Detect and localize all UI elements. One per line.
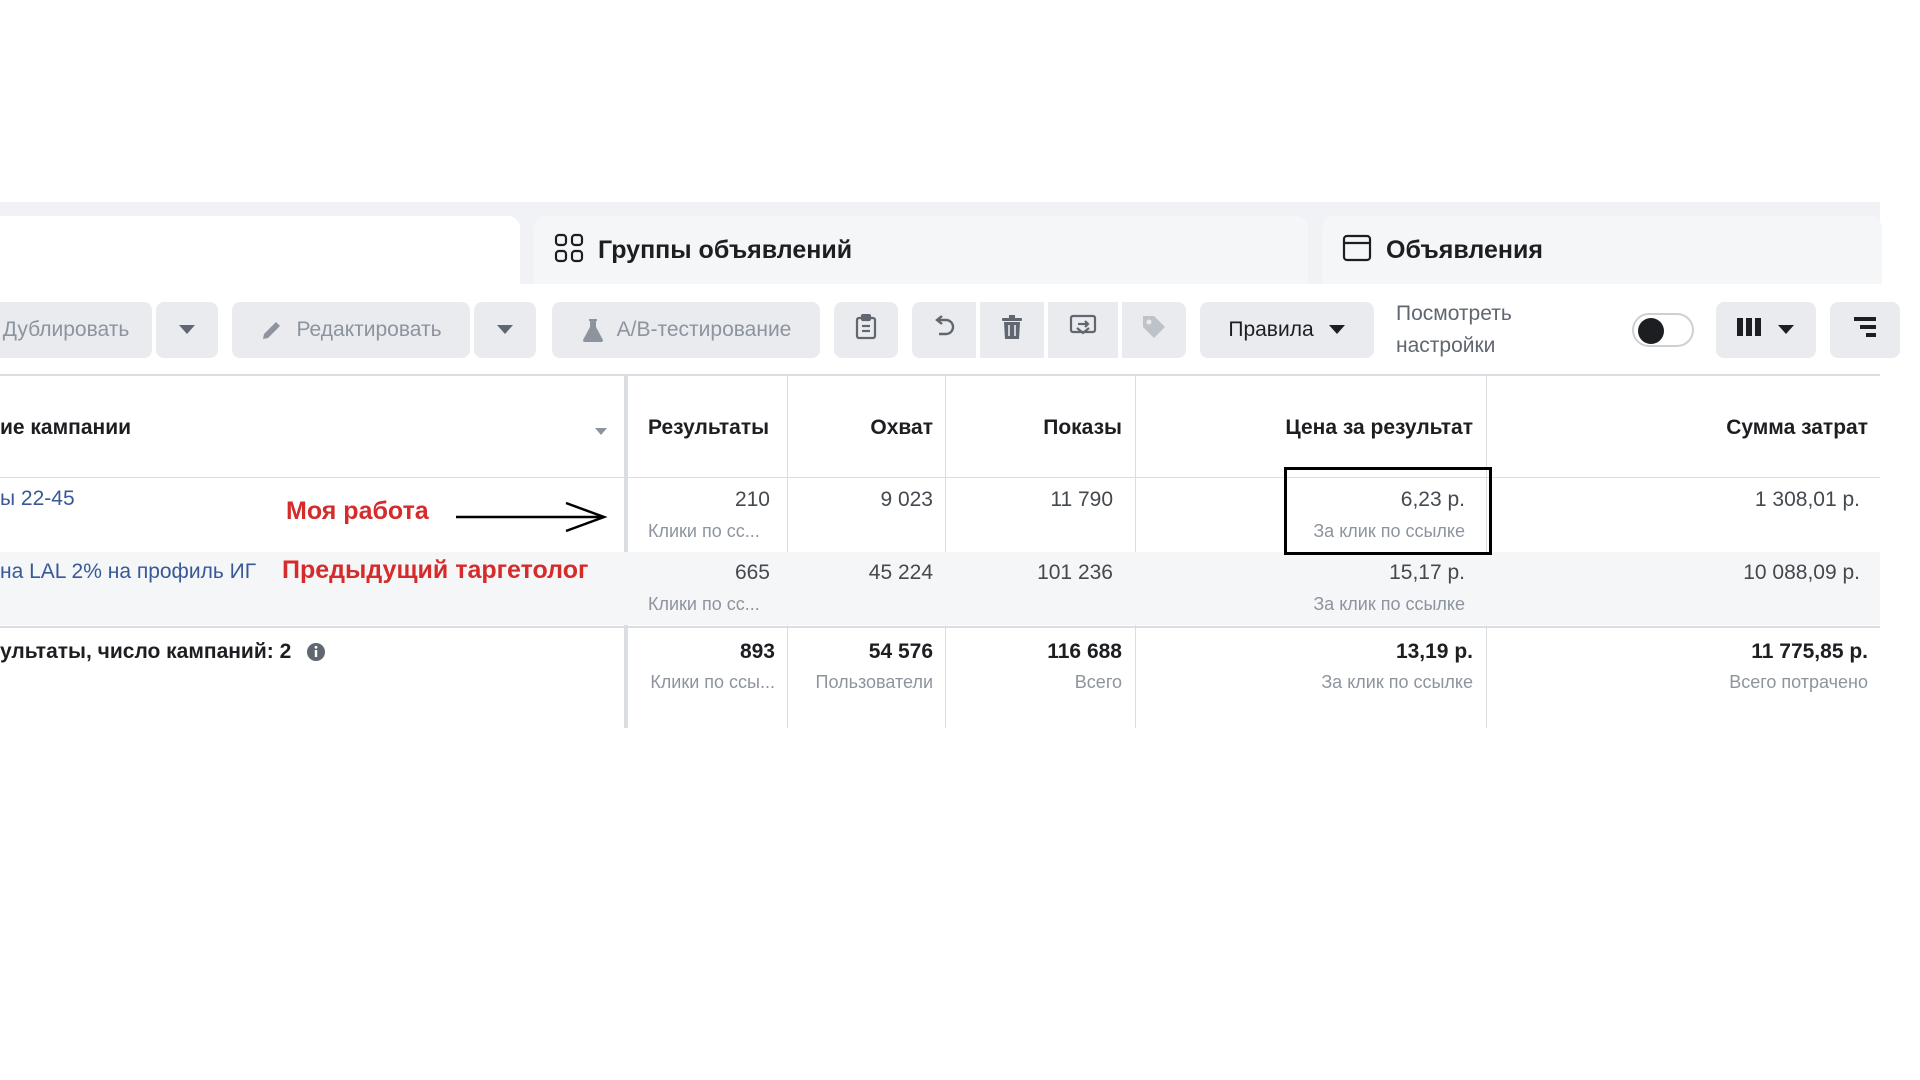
trash-icon bbox=[1000, 314, 1024, 346]
edit-dropdown-button[interactable] bbox=[474, 302, 536, 358]
view-settings-label: Посмотреть настройки bbox=[1396, 302, 1512, 357]
caret-down-icon bbox=[178, 318, 196, 342]
rules-button[interactable]: Правила bbox=[1200, 302, 1374, 358]
toolbar: Дублировать Редактировать A/B-тестирован… bbox=[0, 284, 1900, 376]
results-subtitle: Клики по сс... bbox=[648, 594, 760, 614]
flask-icon bbox=[581, 317, 605, 343]
table-header: ие кампании Результаты Охват Показы Цена… bbox=[0, 376, 1880, 478]
tab-campaigns[interactable] bbox=[0, 216, 520, 284]
header-impressions[interactable]: Показы bbox=[1043, 416, 1122, 440]
results-value: 210 bbox=[734, 488, 770, 511]
campaign-name-link[interactable]: ы 22-45 bbox=[0, 487, 75, 511]
totals-impressions-value: 116 688 bbox=[1047, 640, 1122, 663]
totals-impressions-subtitle: Всего bbox=[1074, 672, 1122, 692]
view-settings-toggle[interactable] bbox=[1632, 313, 1694, 347]
spent-value: 10 088,09 р. bbox=[1743, 561, 1860, 584]
totals-label: ультаты, число кампаний: 2 bbox=[0, 640, 292, 663]
totals-spent-value: 11 775,85 р. bbox=[1751, 640, 1868, 663]
table-row: на LAL 2% на профиль ИГ Предыдущий тарге… bbox=[0, 552, 1880, 625]
columns-icon bbox=[1737, 316, 1763, 344]
header-campaign-name[interactable]: ие кампании bbox=[0, 416, 131, 440]
preview-button[interactable] bbox=[1048, 302, 1118, 358]
header-reach[interactable]: Охват bbox=[870, 416, 933, 440]
results-value: 665 bbox=[734, 561, 770, 584]
campaigns-table: ие кампании Результаты Охват Показы Цена… bbox=[0, 376, 1880, 728]
impressions-value: 101 236 bbox=[1037, 561, 1113, 584]
reach-value: 9 023 bbox=[880, 488, 933, 511]
totals-results-value: 893 bbox=[739, 640, 775, 663]
duplicate-button[interactable]: Дублировать bbox=[0, 302, 152, 358]
spent-value: 1 308,01 р. bbox=[1754, 488, 1860, 511]
copy-button[interactable] bbox=[834, 302, 898, 358]
totals-spent-subtitle: Всего потрачено bbox=[1729, 672, 1868, 692]
rules-label: Правила bbox=[1228, 318, 1314, 341]
sort-caret-icon[interactable] bbox=[594, 424, 608, 442]
tab-ad-groups-label: Группы объявлений bbox=[598, 235, 853, 264]
highlight-box bbox=[1284, 467, 1492, 555]
duplicate-dropdown-button[interactable] bbox=[156, 302, 218, 358]
ab-test-label: A/B-тестирование bbox=[616, 318, 792, 341]
ads-manager-screenshot: Группы объявлений Объявления Дублировать… bbox=[0, 0, 1920, 1080]
results-subtitle: Клики по сс... bbox=[648, 521, 760, 541]
campaign-name-link[interactable]: на LAL 2% на профиль ИГ bbox=[0, 560, 256, 584]
columns-button[interactable] bbox=[1716, 302, 1816, 358]
edit-label: Редактировать bbox=[296, 318, 442, 341]
tab-ads[interactable]: Объявления bbox=[1322, 216, 1882, 284]
tag-icon bbox=[1141, 314, 1167, 346]
ab-test-button[interactable]: A/B-тестирование bbox=[552, 302, 820, 358]
totals-results-subtitle: Клики по ссы... bbox=[650, 672, 775, 692]
cost-value: 15,17 р. bbox=[1389, 561, 1465, 584]
caret-down-icon bbox=[1328, 324, 1346, 336]
tab-ads-label: Объявления bbox=[1386, 235, 1543, 264]
table-row: ы 22-45 Моя работа 210 Клики по сс... 9 … bbox=[0, 479, 1880, 552]
toggle-knob bbox=[1638, 318, 1664, 344]
totals-reach-value: 54 576 bbox=[868, 640, 933, 663]
level-tabs: Группы объявлений Объявления bbox=[0, 202, 1882, 284]
duplicate-label: Дублировать bbox=[2, 318, 130, 341]
window-icon bbox=[1342, 233, 1372, 268]
totals-reach-subtitle: Пользователи bbox=[815, 672, 933, 692]
breakdown-icon bbox=[1852, 315, 1878, 345]
breakdown-button[interactable] bbox=[1830, 302, 1900, 358]
undo-icon bbox=[931, 314, 957, 346]
annotation-previous-targetologist: Предыдущий таргетолог bbox=[282, 556, 589, 584]
header-results[interactable]: Результаты bbox=[648, 416, 769, 440]
cost-subtitle: За клик по ссылке bbox=[1313, 594, 1465, 614]
caret-down-icon bbox=[1777, 324, 1795, 336]
header-amount-spent[interactable]: Сумма затрат bbox=[1726, 416, 1868, 440]
totals-cost-value: 13,19 р. bbox=[1395, 640, 1473, 663]
totals-row: ультаты, число кампаний: 2 893 Клики по … bbox=[0, 626, 1880, 726]
annotation-my-work: Моя работа bbox=[286, 497, 429, 525]
totals-cost-subtitle: За клик по ссылке bbox=[1321, 672, 1473, 692]
header-cost-per-result[interactable]: Цена за результат bbox=[1285, 416, 1473, 440]
impressions-value: 11 790 bbox=[1050, 488, 1113, 511]
reach-value: 45 224 bbox=[868, 561, 933, 584]
tab-ad-groups[interactable]: Группы объявлений bbox=[534, 216, 1308, 284]
delete-button[interactable] bbox=[980, 302, 1044, 358]
preview-icon bbox=[1068, 314, 1098, 346]
clipboard-icon bbox=[854, 313, 878, 346]
tag-button[interactable] bbox=[1122, 302, 1186, 358]
edit-button[interactable]: Редактировать bbox=[232, 302, 470, 358]
pencil-icon bbox=[260, 318, 284, 342]
grid-icon bbox=[554, 233, 584, 268]
info-icon[interactable] bbox=[306, 642, 326, 667]
undo-button[interactable] bbox=[912, 302, 976, 358]
arrow-right-icon bbox=[456, 499, 608, 540]
caret-down-icon bbox=[496, 318, 514, 342]
